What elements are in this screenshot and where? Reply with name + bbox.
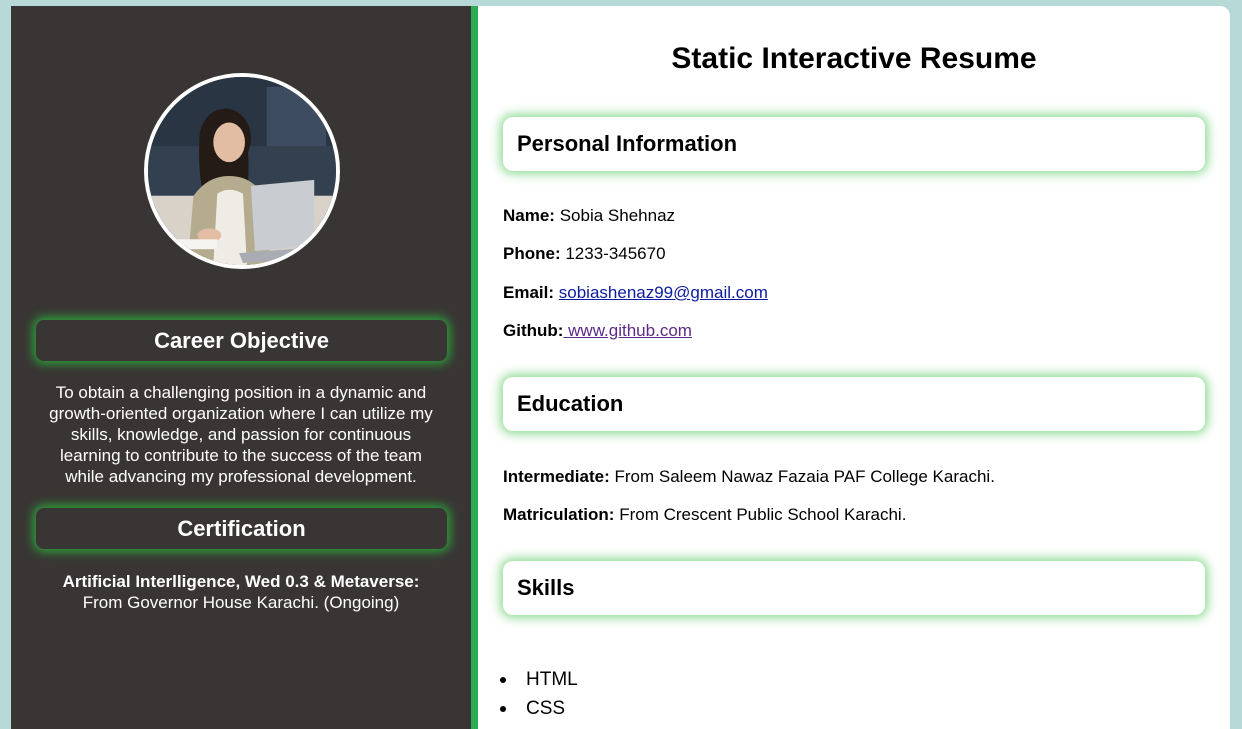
certification-detail: From Governor House Karachi. (Ongoing) (82, 593, 400, 612)
matriculation-value: From Crescent Public School Karachi. (619, 505, 907, 524)
matriculation-label: Matriculation: (503, 505, 615, 524)
personal-information-heading: Personal Information (503, 117, 1205, 171)
profile-photo (144, 73, 340, 269)
skill-label: CSS (526, 698, 566, 719)
intermediate-value: From Saleem Nawaz Fazaia PAF College Kar… (614, 467, 995, 486)
career-objective-heading: Career Objective (36, 320, 447, 361)
career-objective-text: To obtain a challenging position in a dy… (49, 383, 433, 486)
education-heading: Education (503, 377, 1205, 431)
intermediate-row: Intermediate: From Saleem Nawaz Fazaia P… (503, 467, 995, 487)
intermediate-label: Intermediate: (503, 467, 610, 486)
profile-photo-image (148, 77, 336, 265)
certification-entry: Artificial Interlligence, Wed 0.3 & Meta… (39, 571, 443, 613)
name-value: Sobia Shehnaz (559, 206, 676, 225)
resume-container: Career Objective To obtain a challenging… (11, 6, 1230, 729)
bullet-icon (500, 706, 506, 712)
name-row: Name: Sobia Shehnaz (503, 206, 675, 226)
skill-label: HTML (526, 669, 578, 690)
phone-value: 1233-345670 (565, 244, 666, 263)
github-link-text: www.github.com (568, 321, 692, 340)
skills-heading: Skills (503, 561, 1205, 615)
github-row: Github: www.github.com (503, 321, 692, 341)
email-link[interactable]: sobiashenaz99@gmail.com (559, 283, 768, 302)
sidebar: Career Objective To obtain a challenging… (11, 6, 471, 729)
github-link[interactable]: www.github.com (563, 321, 692, 340)
name-label: Name: (503, 206, 555, 225)
skill-item: CSS (500, 697, 578, 726)
page-title: Static Interactive Resume (671, 42, 1037, 75)
phone-row: Phone: 1233-345670 (503, 244, 666, 264)
bullet-icon (500, 677, 506, 683)
email-row: Email: sobiashenaz99@gmail.com (503, 283, 768, 303)
main-content: Static Interactive Resume Personal Infor… (478, 6, 1230, 729)
github-label: Github: (503, 321, 564, 340)
certification-title: Artificial Interlligence, Wed 0.3 & Meta… (62, 572, 420, 591)
certification-heading: Certification (36, 508, 447, 549)
matriculation-row: Matriculation: From Crescent Public Scho… (503, 505, 906, 525)
skill-item: HTML (500, 668, 578, 697)
skills-list: HTML CSS (500, 668, 578, 726)
phone-label: Phone: (503, 244, 561, 263)
email-label: Email: (503, 283, 555, 302)
panel-divider (471, 6, 478, 729)
